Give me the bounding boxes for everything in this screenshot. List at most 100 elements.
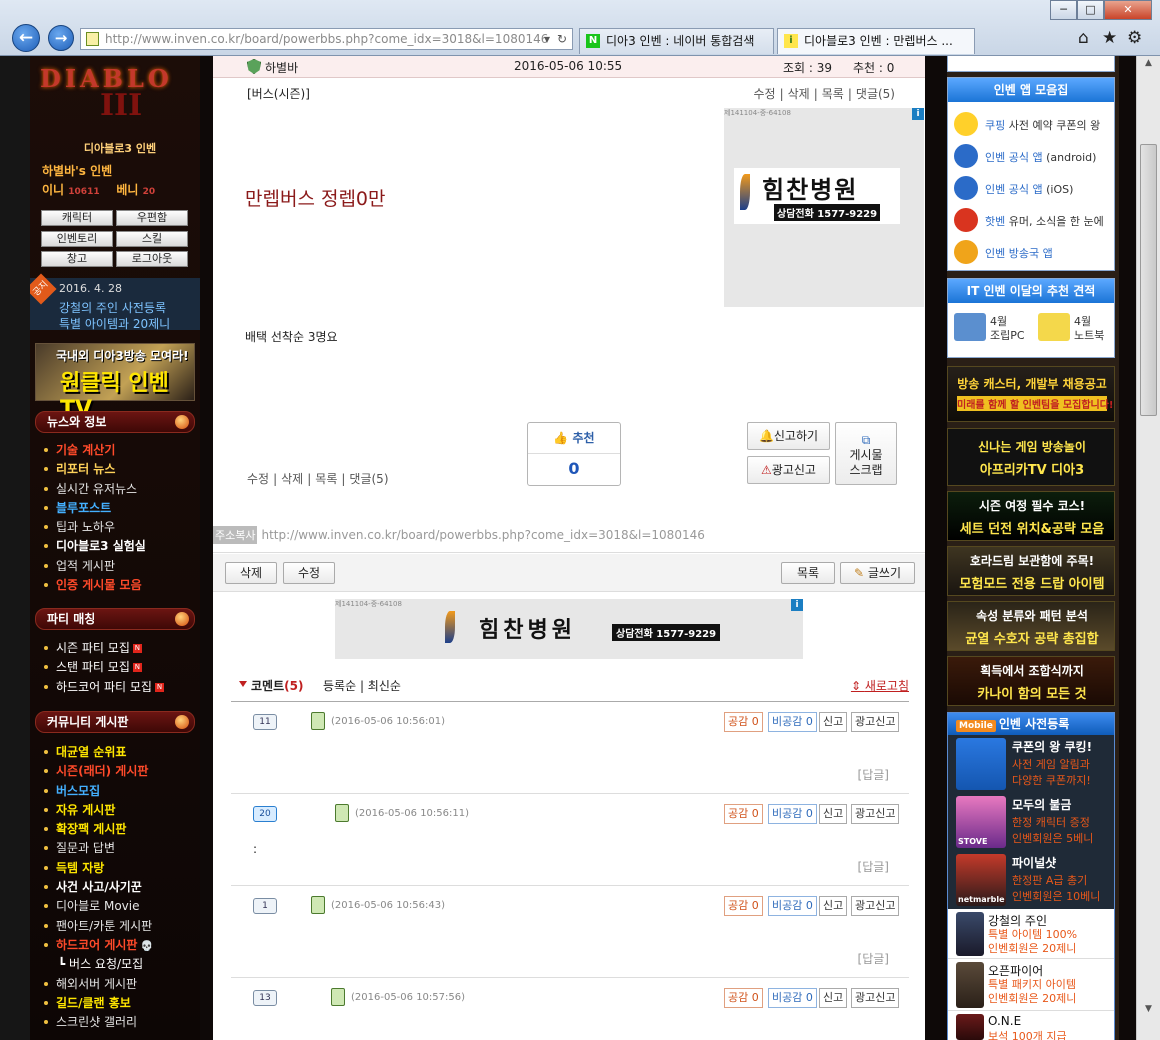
dislike-button[interactable]: 비공감 0 [768, 896, 817, 916]
dropdown-arrow-icon[interactable]: ▾ [544, 29, 550, 49]
report-button[interactable]: 신고 [819, 896, 848, 916]
sidebar-menu-item[interactable]: 자유 게시판 [40, 801, 153, 820]
sidebar-menu-item[interactable]: 득템 자랑 [40, 859, 153, 878]
sidebar-menu-item[interactable]: 길드/클랜 홍보 [40, 994, 153, 1013]
delete-button[interactable]: 삭제 [225, 562, 277, 584]
list-link[interactable]: 목록 [315, 472, 337, 486]
promo-banner[interactable]: 신나는 게임 방송놀이 아프리카TV 디아3 [947, 428, 1115, 486]
back-button[interactable]: ← [12, 24, 40, 52]
like-button[interactable]: 공감 0 [724, 988, 763, 1008]
ad-report-button[interactable]: 광고신고 [851, 804, 900, 824]
section-news-header[interactable]: 뉴스와 정보 [35, 411, 195, 433]
list-link[interactable]: 목록 [822, 87, 844, 101]
mailbox-button[interactable]: 우편함 [116, 210, 188, 226]
tab-inven-post[interactable]: i 디아블로3 인벤 : 만렙버스 ... [777, 28, 975, 54]
ad-report-button[interactable]: 광고신고 [851, 712, 900, 732]
skill-button[interactable]: 스킬 [116, 231, 188, 247]
mobile-item[interactable]: 쿠폰의 왕 쿠킹! 사전 게임 알림과 다양한 쿠폰까지! [948, 735, 1114, 793]
reply-link[interactable]: [답글] [858, 950, 889, 967]
scrap-button[interactable]: ⧉ 게시물 스크랩 [835, 422, 897, 485]
dislike-button[interactable]: 비공감 0 [768, 988, 817, 1008]
vertical-scrollbar[interactable]: ▲ ▼ [1136, 56, 1160, 1040]
ad-info-icon[interactable]: i [791, 599, 803, 611]
edit-link[interactable]: 수정 [753, 87, 775, 101]
minimize-button[interactable]: ─ [1050, 0, 1077, 20]
scroll-up-icon[interactable]: ▲ [1140, 58, 1157, 74]
sidebar-menu-item[interactable]: 스탠 파티 모집 N [40, 658, 164, 677]
close-window-button[interactable]: ✕ [1104, 0, 1152, 20]
hospital-banner-ad[interactable]: 제141104-중-64108 i 힘찬병원 상담전화 1577-9229 [335, 599, 803, 659]
site-title[interactable]: 디아블로3 인벤 [70, 140, 170, 156]
scroll-down-icon[interactable]: ▼ [1140, 1004, 1157, 1020]
delete-link[interactable]: 삭제 [281, 472, 303, 486]
sidebar-menu-item[interactable]: 버스모집 [40, 782, 153, 801]
mobile-item[interactable]: 강철의 주인 특별 아이템 100% 인벤회원은 20제니 [948, 909, 1114, 959]
like-button[interactable]: 공감 0 [724, 712, 763, 732]
promo-banner[interactable]: 방송 캐스터, 개발부 채용공고 미래를 함께 할 인벤팀을 모집합니다! [947, 366, 1115, 422]
favorites-star-icon[interactable]: ★ [1102, 28, 1117, 48]
forward-button[interactable]: → [48, 25, 74, 51]
mobile-item[interactable]: 오픈파이어 특별 패키지 아이템 인벤회원은 20제니 [948, 959, 1114, 1011]
sidebar-menu-item[interactable]: 스크린샷 갤러리 [40, 1013, 153, 1032]
promo-banner[interactable]: 획득에서 조합식까지 카나이 함의 모든 것 [947, 656, 1115, 706]
copy-url-button[interactable]: 주소복사 [213, 526, 258, 544]
reply-link[interactable]: [답글] [858, 858, 889, 875]
storage-button[interactable]: 창고 [41, 251, 113, 267]
mobile-item[interactable]: O.N.E 보석 100개 지급 [948, 1011, 1114, 1040]
mobile-item[interactable]: netmarble 파이널샷 한정판 A급 총기 인벤회원은 10베니 [948, 851, 1114, 909]
like-button[interactable]: 공감 0 [724, 804, 763, 824]
sidebar-menu-item[interactable]: 디아블로3 실험실 [40, 537, 146, 556]
sidebar-menu-item[interactable]: 팁과 노하우 [40, 518, 146, 537]
ad-report-button[interactable]: 광고신고 [851, 988, 900, 1008]
sidebar-menu-item[interactable]: 사건 사고/사기꾼 [40, 878, 153, 897]
promo-banner[interactable]: 호라드림 보관함에 주목! 모험모드 전용 드랍 아이템 [947, 546, 1115, 596]
character-button[interactable]: 캐릭터 [41, 210, 113, 226]
sidebar-menu-item[interactable]: 하드코어 게시판 💀 [40, 936, 153, 955]
notice-box[interactable]: 공지 2016. 4. 28 강철의 주인 사전등록 특별 아이템과 20제니 [30, 273, 200, 331]
sort-registered[interactable]: 등록순 [323, 679, 356, 693]
logout-button[interactable]: 로그아웃 [116, 251, 188, 267]
report-button[interactable]: 신고 [819, 988, 848, 1008]
sidebar-menu-item[interactable]: 하드코어 파티 모집 N [40, 678, 164, 697]
comments-link[interactable]: 댓글(5) [856, 87, 895, 101]
ad-report-button[interactable]: 광고신고 [851, 896, 900, 916]
comments-link[interactable]: 댓글(5) [349, 472, 388, 486]
sidebar-menu-item[interactable]: 기술 계산기 [40, 441, 146, 460]
maximize-button[interactable]: □ [1077, 0, 1104, 20]
sidebar-menu-item[interactable]: 확장팩 게시판 [40, 820, 153, 839]
sidebar-menu-item[interactable]: ┗ 버스 요청/모집 [40, 955, 153, 974]
refresh-link[interactable]: ⇕ 새로고침 [851, 677, 909, 694]
ad-report-button[interactable]: ⚠광고신고 [747, 456, 830, 484]
report-button[interactable]: 🔔신고하기 [747, 422, 830, 450]
address-bar[interactable]: http://www.inven.co.kr/board/powerbbs.ph… [80, 28, 573, 50]
settings-gear-icon[interactable]: ⚙ [1127, 28, 1142, 48]
username[interactable]: 하별바's 인벤 [42, 162, 112, 179]
sidebar-menu-item[interactable]: 리포터 뉴스 [40, 460, 146, 479]
sidebar-menu-item[interactable]: 실시간 유저뉴스 [40, 480, 146, 499]
mobile-item[interactable]: STOVE 모두의 불금 한정 캐릭터 증정 인벤회원은 5베니 [948, 793, 1114, 851]
sidebar-menu-item[interactable]: 질문과 답변 [40, 839, 153, 858]
delete-link[interactable]: 삭제 [788, 87, 810, 101]
report-button[interactable]: 신고 [819, 804, 848, 824]
dislike-button[interactable]: 비공감 0 [768, 804, 817, 824]
sort-latest[interactable]: 최신순 [368, 679, 401, 693]
write-button[interactable]: ✎ 글쓰기 [840, 562, 915, 584]
sidebar-menu-item[interactable]: 대균열 순위표 [40, 743, 153, 762]
post-author[interactable]: 하별바 [265, 59, 298, 76]
sidebar-menu-item[interactable]: 업적 게시판 [40, 557, 146, 576]
it-item-laptop[interactable]: 4월 노트북 [1074, 315, 1104, 343]
dislike-button[interactable]: 비공감 0 [768, 712, 817, 732]
sidebar-menu-item[interactable]: 디아블로 Movie [40, 897, 153, 916]
promo-banner[interactable]: 속성 분류와 패턴 분석 균열 수호자 공략 총집합 [947, 601, 1115, 651]
refresh-icon[interactable]: ↻ [557, 29, 567, 49]
like-button[interactable]: 공감 0 [724, 896, 763, 916]
sidebar-menu-item[interactable]: 시즌(래더) 게시판 [40, 762, 153, 781]
report-button[interactable]: 신고 [819, 712, 848, 732]
home-icon[interactable]: ⌂ [1078, 28, 1089, 48]
recommend-button[interactable]: 👍 추천 0 [527, 422, 621, 486]
list-button[interactable]: 목록 [781, 562, 835, 584]
reply-link[interactable]: [답글] [858, 766, 889, 783]
sidebar-menu-item[interactable]: 인증 게시물 모음 [40, 576, 146, 595]
section-community-header[interactable]: 커뮤니티 게시판 [35, 711, 195, 733]
inven-tv-banner[interactable]: 국내외 디아3방송 모여라! 원클릭 인벤TV [35, 343, 195, 422]
